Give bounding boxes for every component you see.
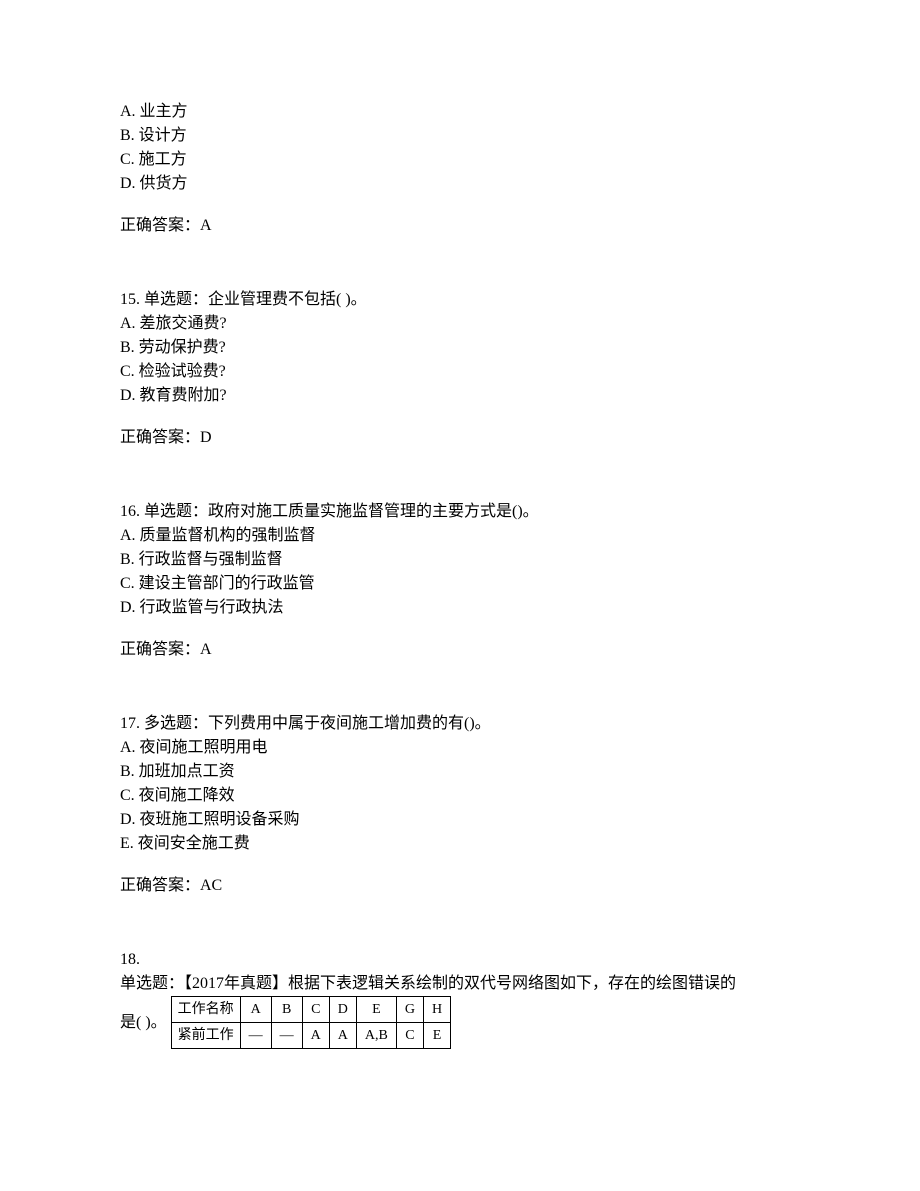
data-cell: E — [424, 1023, 451, 1049]
data-cell: — — [271, 1023, 302, 1049]
question-stem-line1: 单选题：【2017年真题】根据下表逻辑关系绘制的双代号网络图如下，存在的绘图错误… — [120, 972, 800, 996]
correct-answer: 正确答案：A — [120, 214, 800, 238]
correct-answer: 正确答案：AC — [120, 874, 800, 898]
question-number: 18. — [120, 948, 800, 972]
question-17: 17. 多选题：下列费用中属于夜间施工增加费的有()。 A. 夜间施工照明用电 … — [120, 712, 800, 898]
option-C: C. 夜间施工降效 — [120, 784, 800, 808]
logic-table: 工作名称 A B C D E G H 紧前工作 — — A A A,B C E — [171, 996, 451, 1049]
option-A: A. 业主方 — [120, 100, 800, 124]
option-B: B. 设计方 — [120, 124, 800, 148]
row-label: 紧前工作 — [171, 1023, 240, 1049]
option-A: A. 夜间施工照明用电 — [120, 736, 800, 760]
stem-prefix: 是( )。 — [120, 1011, 167, 1035]
header-cell: H — [424, 997, 451, 1023]
header-cell: B — [271, 997, 302, 1023]
option-D: D. 夜班施工照明设备采购 — [120, 808, 800, 832]
correct-answer: 正确答案：D — [120, 426, 800, 450]
option-C: C. 施工方 — [120, 148, 800, 172]
data-cell: A — [329, 1023, 356, 1049]
option-C: C. 检验试验费? — [120, 360, 800, 384]
option-B: B. 劳动保护费? — [120, 336, 800, 360]
option-D: D. 教育费附加? — [120, 384, 800, 408]
question-stem: 16. 单选题：政府对施工质量实施监督管理的主要方式是()。 — [120, 500, 800, 524]
header-cell: E — [356, 997, 396, 1023]
table-data-row: 紧前工作 — — A A A,B C E — [171, 1023, 450, 1049]
header-cell: G — [396, 997, 423, 1023]
question-stem: 17. 多选题：下列费用中属于夜间施工增加费的有()。 — [120, 712, 800, 736]
header-cell: C — [302, 997, 329, 1023]
option-D: D. 行政监管与行政执法 — [120, 596, 800, 620]
question-stem: 15. 单选题：企业管理费不包括( )。 — [120, 288, 800, 312]
question-18: 18. 单选题：【2017年真题】根据下表逻辑关系绘制的双代号网络图如下，存在的… — [120, 948, 800, 1049]
question-14-tail: A. 业主方 B. 设计方 C. 施工方 D. 供货方 正确答案：A — [120, 100, 800, 238]
data-cell: C — [396, 1023, 423, 1049]
question-stem-line2: 是( )。 工作名称 A B C D E G H 紧前工作 — — A A A,… — [120, 996, 800, 1049]
correct-answer: 正确答案：A — [120, 638, 800, 662]
question-16: 16. 单选题：政府对施工质量实施监督管理的主要方式是()。 A. 质量监督机构… — [120, 500, 800, 662]
data-cell: A — [302, 1023, 329, 1049]
option-A: A. 差旅交通费? — [120, 312, 800, 336]
option-C: C. 建设主管部门的行政监管 — [120, 572, 800, 596]
data-cell: — — [240, 1023, 271, 1049]
data-cell: A,B — [356, 1023, 396, 1049]
option-A: A. 质量监督机构的强制监督 — [120, 524, 800, 548]
option-B: B. 加班加点工资 — [120, 760, 800, 784]
table-header-row: 工作名称 A B C D E G H — [171, 997, 450, 1023]
question-15: 15. 单选题：企业管理费不包括( )。 A. 差旅交通费? B. 劳动保护费?… — [120, 288, 800, 450]
option-E: E. 夜间安全施工费 — [120, 832, 800, 856]
header-cell: A — [240, 997, 271, 1023]
header-cell: D — [329, 997, 356, 1023]
row-label: 工作名称 — [171, 997, 240, 1023]
option-D: D. 供货方 — [120, 172, 800, 196]
option-B: B. 行政监督与强制监督 — [120, 548, 800, 572]
